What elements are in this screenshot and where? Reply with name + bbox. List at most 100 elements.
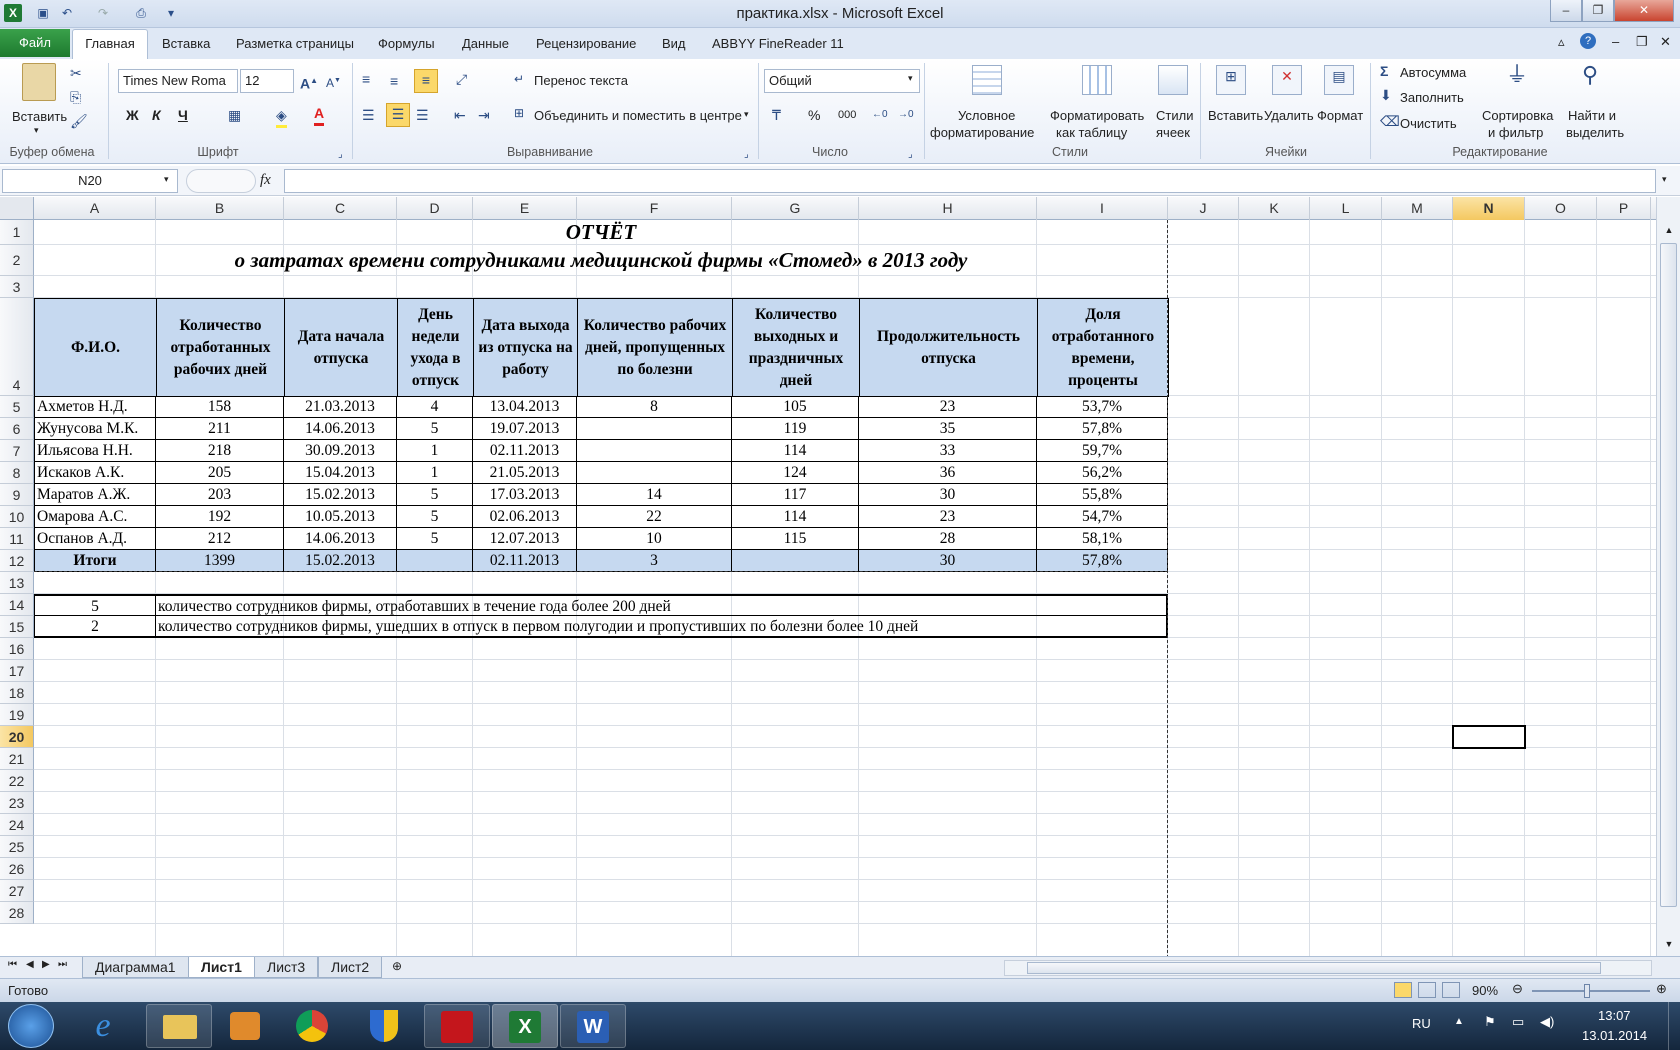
column-header[interactable]: K [1239,197,1310,220]
table-cell[interactable]: 114 [732,506,859,528]
table-cell[interactable]: Маратов А.Ж. [34,484,156,506]
table-header-cell[interactable]: Количество отработанных рабочих дней [156,298,285,397]
language-indicator[interactable]: RU [1412,1016,1431,1031]
row-header[interactable]: 15 [0,616,34,638]
table-cell[interactable]: 12.07.2013 [473,528,577,550]
table-cell[interactable]: 117 [732,484,859,506]
sheet-tab-list2[interactable]: Лист2 [318,957,383,978]
table-cell[interactable]: 57,8% [1037,418,1168,440]
row-header[interactable]: 6 [0,418,34,440]
table-cell[interactable]: 56,2% [1037,462,1168,484]
vertical-scrollbar[interactable]: ▲ ▼ [1656,197,1680,958]
table-cell[interactable]: 1 [397,462,473,484]
row-header[interactable]: 4 [0,298,34,396]
window-close-icon[interactable]: ✕ [1660,34,1671,50]
autosum-icon[interactable]: Σ [1380,61,1388,81]
format-as-table-label-2[interactable]: как таблицу [1056,125,1127,140]
table-header-cell[interactable]: Ф.И.О. [34,298,157,397]
borders-icon[interactable]: ▦ [228,105,241,125]
table-cell[interactable]: 13.04.2013 [473,396,577,418]
last-sheet-icon[interactable]: ⏭ [58,959,67,970]
table-cell[interactable]: 5 [397,528,473,550]
scroll-up-icon[interactable]: ▲ [1657,225,1680,235]
note-value-cell[interactable]: 5 [34,594,156,616]
table-cell[interactable]: Омарова А.С. [34,506,156,528]
note-text-cell[interactable]: количество сотрудников фирмы, ушедших в … [156,616,1168,638]
table-cell[interactable]: 36 [859,462,1037,484]
report-subtitle[interactable]: о затратах времени сотрудниками медицинс… [34,245,1168,276]
note-text-cell[interactable]: количество сотрудников фирмы, отработавш… [156,594,1168,616]
paste-dropdown-icon[interactable]: ▾ [34,125,39,136]
align-right-icon[interactable]: ☰ [416,105,429,125]
decrease-decimal-icon[interactable]: →0 [898,105,914,125]
number-format-select[interactable]: Общий [764,69,920,93]
worksheet-grid[interactable]: ABCDEFGHIJKLMNOP 1 2 3 4 5 6 7 8 9 10 11 12 13 14 15 16… [0,197,1680,958]
table-cell[interactable]: 15.04.2013 [284,462,397,484]
insert-function-button[interactable]: fx [260,172,271,189]
column-header[interactable]: J [1168,197,1239,220]
zoom-level[interactable]: 90% [1472,983,1498,998]
totals-cell[interactable]: 30 [859,550,1037,572]
action-center-icon[interactable]: ⚑ [1484,1014,1496,1030]
sheet-tab-list1[interactable]: Лист1 [188,957,255,978]
row-header[interactable]: 22 [0,770,34,792]
fill-icon[interactable]: ⬇ [1380,85,1392,105]
insert-cells-icon[interactable]: ⊞ [1216,65,1246,95]
table-cell[interactable]: 54,7% [1037,506,1168,528]
totals-cell[interactable]: Итоги [34,550,156,572]
page-layout-view-icon[interactable] [1418,982,1436,998]
table-cell[interactable]: 17.03.2013 [473,484,577,506]
window-minimize-icon[interactable]: – [1612,34,1619,49]
table-cell[interactable]: 53,7% [1037,396,1168,418]
column-header[interactable]: N [1453,197,1525,220]
table-header-cell[interactable]: День недели ухода в отпуск [397,298,474,397]
clear-icon[interactable]: ⌫ [1380,111,1400,131]
thousands-button[interactable]: 000 [838,105,856,125]
tab-formulas[interactable]: Формулы [378,36,435,51]
column-header[interactable]: F [577,197,732,220]
align-middle-icon[interactable]: ≡ [390,71,398,91]
table-cell[interactable]: 205 [156,462,284,484]
start-button[interactable] [8,1004,54,1048]
table-cell[interactable]: 218 [156,440,284,462]
bold-button[interactable]: Ж [126,105,139,125]
font-color-icon[interactable]: A [314,103,325,126]
find-select-icon[interactable]: ⚲ [1582,64,1598,86]
page-break-view-icon[interactable] [1442,982,1460,998]
cell-styles-label-1[interactable]: Стили [1156,108,1193,123]
column-header[interactable]: B [156,197,284,220]
table-header-cell[interactable]: Продолжительность отпуска [859,298,1038,397]
table-cell[interactable]: 203 [156,484,284,506]
table-cell[interactable]: Оспанов А.Д. [34,528,156,550]
align-center-icon[interactable]: ☰ [386,103,410,127]
table-header-cell[interactable]: Дата начала отпуска [284,298,398,397]
totals-cell[interactable]: 02.11.2013 [473,550,577,572]
sheet-tab-diagram1[interactable]: Диаграмма1 [82,957,189,978]
text-orientation-icon[interactable]: ⤢ [456,69,467,89]
help-icon[interactable]: ? [1580,33,1596,49]
clock-date[interactable]: 13.01.2014 [1582,1028,1647,1043]
prev-sheet-icon[interactable]: ◀ [26,959,34,970]
table-cell[interactable]: 14 [577,484,732,506]
next-sheet-icon[interactable]: ▶ [42,959,50,970]
scroll-down-icon[interactable]: ▼ [1657,939,1680,949]
font-name-select[interactable]: Times New Roma [118,69,238,93]
formula-input[interactable] [284,169,1656,193]
table-cell[interactable]: 14.06.2013 [284,528,397,550]
find-select-label-1[interactable]: Найти и [1568,108,1616,123]
table-cell[interactable] [577,462,732,484]
excel-app-icon[interactable]: X [492,1004,558,1048]
column-header[interactable]: G [732,197,859,220]
format-as-table-icon[interactable] [1082,65,1112,95]
insert-cells-button[interactable]: Вставить [1208,108,1263,123]
table-cell[interactable]: 23 [859,396,1037,418]
maximize-button[interactable]: ❐ [1582,0,1614,22]
chrome-app-icon[interactable] [280,1004,346,1048]
sort-filter-label-2[interactable]: и фильтр [1488,125,1543,140]
table-cell[interactable]: 212 [156,528,284,550]
table-cell[interactable]: 28 [859,528,1037,550]
explorer-app-icon[interactable] [146,1004,212,1048]
volume-icon[interactable]: ◀) [1540,1014,1554,1030]
column-header[interactable]: P [1597,197,1651,220]
increase-indent-icon[interactable]: ⇥ [478,105,490,125]
